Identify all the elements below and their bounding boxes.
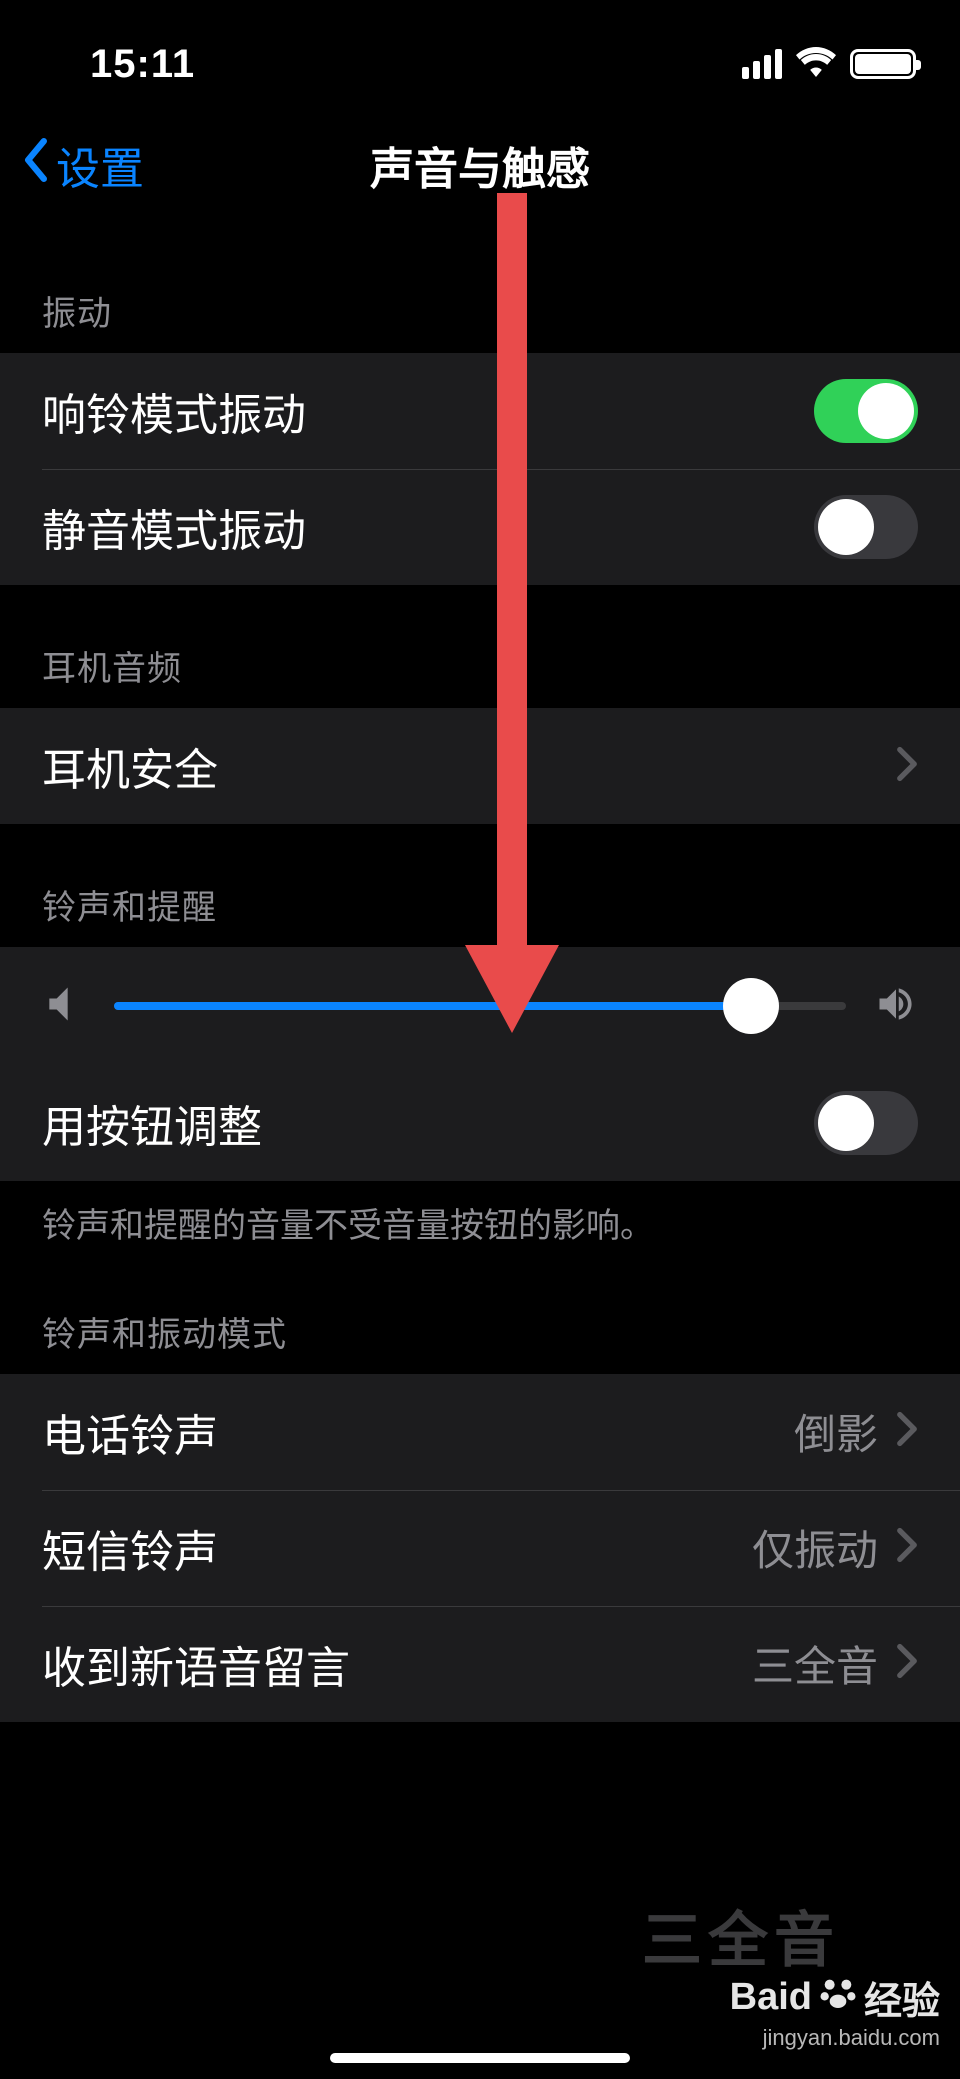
ringer-group: 用按钮调整 [0, 947, 960, 1181]
vibrate-on-ring-row[interactable]: 响铃模式振动 [0, 353, 960, 469]
headphone-safety-label: 耳机安全 [42, 734, 218, 798]
ringtone-value: 倒影 [794, 1401, 878, 1462]
sounds-group: 电话铃声 倒影 短信铃声 仅振动 收到新语音留言 三全音 [0, 1374, 960, 1722]
section-header-sounds: 铃声和振动模式 [0, 1251, 960, 1374]
back-label: 设置 [56, 133, 144, 197]
battery-icon [850, 49, 916, 79]
status-bar: 15:11 [0, 0, 960, 100]
chevron-right-icon [896, 746, 918, 787]
watermark-brand: Baid [730, 1976, 812, 2019]
ringtone-row[interactable]: 电话铃声 倒影 [0, 1374, 960, 1490]
cellular-signal-icon [742, 49, 782, 79]
home-indicator[interactable] [330, 2053, 630, 2063]
vibrate-on-ring-label: 响铃模式振动 [42, 379, 306, 443]
section-header-vibration: 振动 [0, 230, 960, 353]
watermark-suffix: 经验 [864, 1970, 940, 2025]
voicemail-row[interactable]: 收到新语音留言 三全音 [0, 1606, 960, 1722]
watermark: Baid 经验 jingyan.baidu.com [730, 1970, 940, 2051]
ringtone-label: 电话铃声 [42, 1400, 218, 1464]
watermark-url: jingyan.baidu.com [730, 2025, 940, 2051]
volume-slider[interactable] [114, 978, 846, 1034]
voicemail-value: 三全音 [752, 1633, 878, 1694]
volume-slider-row [0, 947, 960, 1065]
change-with-buttons-toggle[interactable] [814, 1091, 918, 1155]
voicemail-label: 收到新语音留言 [42, 1632, 350, 1696]
section-header-ringer: 铃声和提醒 [0, 824, 960, 947]
chevron-left-icon [20, 138, 52, 193]
vibrate-on-ring-toggle[interactable] [814, 379, 918, 443]
text-tone-label: 短信铃声 [42, 1516, 218, 1580]
change-with-buttons-label: 用按钮调整 [42, 1091, 262, 1155]
headphone-group: 耳机安全 [0, 708, 960, 824]
back-button[interactable]: 设置 [0, 133, 144, 197]
headphone-safety-row[interactable]: 耳机安全 [0, 708, 960, 824]
paw-icon [818, 1973, 858, 2023]
page-title: 声音与触感 [0, 133, 960, 197]
ringer-footer-text: 铃声和提醒的音量不受音量按钮的影响。 [0, 1181, 960, 1251]
watermark-background-text: 三全音 [642, 1892, 840, 1979]
vibrate-on-silent-toggle[interactable] [814, 495, 918, 559]
text-tone-value: 仅振动 [752, 1517, 878, 1578]
text-tone-row[interactable]: 短信铃声 仅振动 [0, 1490, 960, 1606]
volume-high-icon [874, 982, 918, 1031]
vibrate-on-silent-row[interactable]: 静音模式振动 [0, 469, 960, 585]
chevron-right-icon [896, 1527, 918, 1568]
vibrate-on-silent-label: 静音模式振动 [42, 495, 306, 559]
volume-low-icon [42, 982, 86, 1031]
status-time: 15:11 [90, 42, 195, 87]
chevron-right-icon [896, 1643, 918, 1684]
wifi-icon [796, 47, 836, 82]
section-header-headphone: 耳机音频 [0, 585, 960, 708]
status-icons [742, 47, 916, 82]
navigation-bar: 设置 声音与触感 [0, 100, 960, 230]
vibration-group: 响铃模式振动 静音模式振动 [0, 353, 960, 585]
chevron-right-icon [896, 1411, 918, 1452]
change-with-buttons-row[interactable]: 用按钮调整 [0, 1065, 960, 1181]
